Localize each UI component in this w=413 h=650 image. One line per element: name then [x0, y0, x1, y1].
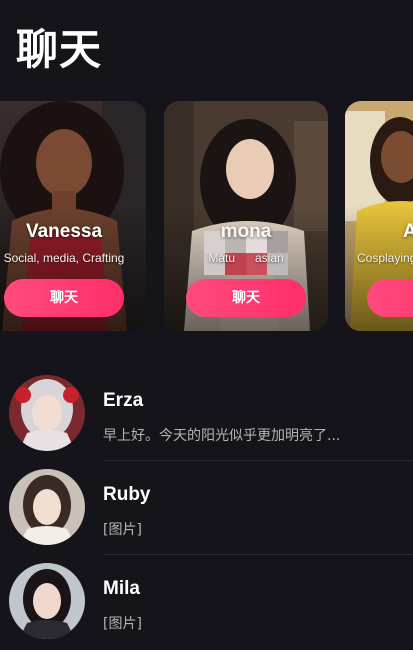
row-divider: [103, 554, 413, 555]
chat-button[interactable]: 聊天: [367, 279, 413, 317]
chat-button[interactable]: 聊天: [186, 279, 306, 317]
character-card-vanessa[interactable]: Vanessa Social, media, Crafting 聊天: [0, 101, 146, 331]
page-title: 聊天: [16, 25, 103, 74]
chat-last-message: [图片]: [103, 616, 142, 632]
chat-row-erza[interactable]: Erza 早上好。今天的阳光似乎更加明亮了...: [0, 368, 413, 462]
character-tags: Social, media, Crafting: [3, 251, 125, 265]
character-card-partial[interactable]: A Cosplaying 聊天: [345, 101, 413, 331]
character-tags: Cosplaying: [357, 251, 413, 265]
chat-row-mila[interactable]: Mila [图片]: [0, 556, 413, 650]
character-tags: Matu asian: [208, 251, 284, 265]
avatar: [9, 375, 85, 451]
character-name: mona: [220, 221, 272, 242]
row-divider: [103, 460, 413, 461]
character-name: Vanessa: [25, 221, 103, 242]
character-card-mona[interactable]: mona Matu asian 聊天: [164, 101, 328, 331]
character-name: A: [403, 221, 413, 242]
chat-name: Erza: [103, 390, 144, 411]
chat-button[interactable]: 聊天: [4, 279, 124, 317]
chat-last-message: 早上好。今天的阳光似乎更加明亮了...: [103, 428, 341, 444]
chat-row-ruby[interactable]: Ruby [图片]: [0, 462, 413, 556]
avatar: [9, 563, 85, 639]
character-carousel[interactable]: Vanessa Social, media, Crafting 聊天 mona …: [0, 101, 413, 331]
avatar: [9, 469, 85, 545]
chat-name: Ruby: [103, 484, 151, 505]
chat-name: Mila: [103, 578, 140, 599]
chat-last-message: [图片]: [103, 522, 142, 538]
